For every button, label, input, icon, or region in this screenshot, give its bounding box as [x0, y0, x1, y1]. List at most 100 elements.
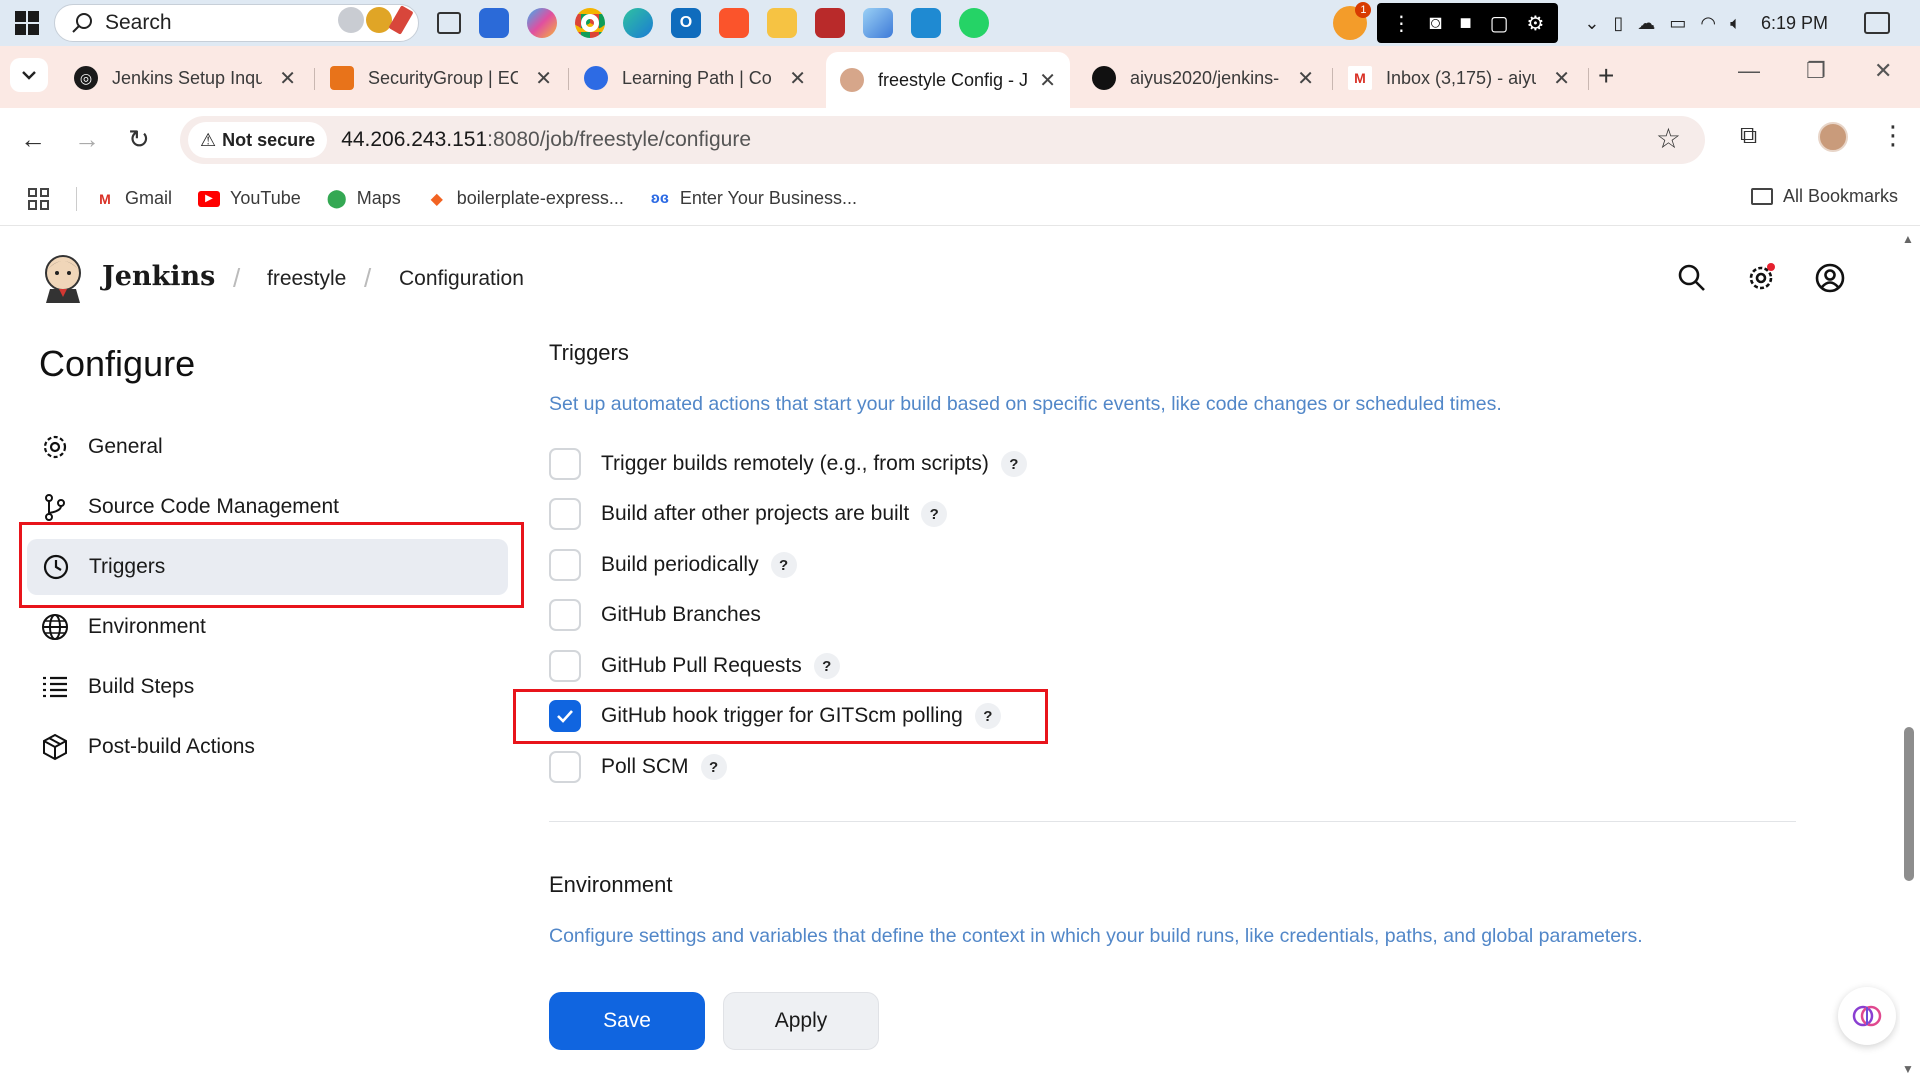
url-text[interactable]: 44.206.243.151:8080/job/freestyle/config…: [341, 128, 751, 152]
browser-tab[interactable]: ◎ Jenkins Setup Inqu ✕: [60, 56, 310, 100]
capture-menu-icon[interactable]: ⋮: [1391, 11, 1411, 36]
trigger-option[interactable]: Trigger builds remotely (e.g., from scri…: [549, 447, 1027, 481]
sidebar-item-general[interactable]: General: [26, 419, 508, 475]
notification-center-icon[interactable]: [1864, 12, 1890, 34]
settings-icon[interactable]: ⚙: [1526, 11, 1544, 36]
browser-tab[interactable]: M Inbox (3,175) - aiyu ✕: [1334, 56, 1584, 100]
manage-settings-icon[interactable]: [1746, 263, 1776, 293]
scroll-up-arrow-icon[interactable]: ▲: [1902, 232, 1914, 246]
video-icon[interactable]: ■: [1459, 12, 1471, 35]
close-tab-icon[interactable]: ✕: [1297, 66, 1314, 91]
checkbox[interactable]: [549, 650, 581, 682]
sidebar-item-build-steps[interactable]: Build Steps: [26, 659, 508, 715]
chevron-up-icon[interactable]: ⌄: [1584, 13, 1599, 34]
trigger-option[interactable]: GitHub Branches: [549, 598, 761, 632]
help-icon[interactable]: ?: [700, 754, 727, 780]
help-icon[interactable]: ?: [813, 653, 840, 679]
chrome-icon[interactable]: [575, 8, 605, 38]
bookmark-boilerplate[interactable]: ◆ boilerplate-express...: [427, 188, 624, 209]
apps-grid-icon[interactable]: [28, 187, 50, 210]
browser-menu-icon[interactable]: ⋮: [1880, 120, 1906, 151]
page-scrollbar[interactable]: [1900, 227, 1920, 1080]
file-explorer-icon[interactable]: [767, 8, 797, 38]
help-icon[interactable]: ?: [1000, 451, 1027, 477]
help-icon[interactable]: ?: [770, 552, 797, 578]
checkbox[interactable]: [549, 751, 581, 783]
all-bookmarks-button[interactable]: All Bookmarks: [1750, 186, 1898, 207]
breadcrumb-job[interactable]: freestyle: [267, 267, 346, 291]
extensions-puzzle-icon[interactable]: ⧉: [1740, 122, 1757, 150]
browser-tab-active[interactable]: freestyle Config - J ✕: [826, 52, 1070, 108]
bookmark-star-icon[interactable]: ☆: [1656, 122, 1681, 155]
browser-tab[interactable]: Learning Path | Col ✕: [570, 56, 820, 100]
checkbox[interactable]: [549, 599, 581, 631]
onedrive-icon[interactable]: ☁: [1637, 13, 1655, 34]
reload-icon[interactable]: ↻: [128, 124, 150, 155]
trigger-option[interactable]: GitHub Pull Requests ?: [549, 649, 840, 683]
outlook-icon[interactable]: O: [671, 8, 701, 38]
bookmark-youtube[interactable]: ▶ YouTube: [198, 188, 301, 209]
camera-icon[interactable]: ◙: [1429, 12, 1441, 35]
trigger-option-label[interactable]: GitHub Branches: [601, 603, 761, 627]
taskbar-clock[interactable]: 6:19 PM: [1761, 13, 1828, 34]
trigger-option-label[interactable]: Trigger builds remotely (e.g., from scri…: [601, 452, 989, 476]
whatsapp-icon[interactable]: [959, 8, 989, 38]
windows-start-button[interactable]: [0, 0, 54, 46]
search-icon[interactable]: [1677, 263, 1707, 293]
power-automate-icon[interactable]: [863, 8, 893, 38]
vscode-icon[interactable]: [911, 8, 941, 38]
tablet-icon[interactable]: ▯: [1614, 13, 1624, 34]
taskbar-search-box[interactable]: Search: [54, 4, 419, 42]
brave-icon[interactable]: [719, 8, 749, 38]
help-icon[interactable]: ?: [921, 501, 948, 527]
trigger-option[interactable]: Build after other projects are built ?: [549, 497, 948, 531]
snipping-tool-icon[interactable]: [815, 8, 845, 38]
sidebar-item-post-build-actions[interactable]: Post-build Actions: [26, 719, 508, 775]
back-arrow-icon[interactable]: ←: [20, 124, 46, 155]
minimize-icon[interactable]: —: [1738, 58, 1760, 84]
browser-tab[interactable]: SecurityGroup | EC ✕: [316, 56, 566, 100]
scroll-down-arrow-icon[interactable]: ▼: [1902, 1062, 1914, 1076]
task-view-icon[interactable]: [437, 12, 461, 34]
jenkins-brand[interactable]: Jenkins: [102, 261, 215, 292]
browser-tab[interactable]: aiyus2020/jenkins- ✕: [1078, 56, 1328, 100]
volume-icon[interactable]: 🔈︎: [1730, 13, 1741, 34]
wifi-icon[interactable]: ◠: [1700, 13, 1716, 34]
breadcrumb-configuration[interactable]: Configuration: [399, 267, 524, 291]
bookmark-gmail[interactable]: M Gmail: [95, 188, 172, 209]
close-tab-icon[interactable]: ✕: [1039, 68, 1056, 93]
save-button[interactable]: Save: [549, 992, 705, 1050]
weather-notification-icon[interactable]: 1: [1333, 2, 1372, 40]
checkbox[interactable]: [549, 498, 581, 530]
bookmark-business[interactable]: ʚɞ Enter Your Business...: [650, 188, 857, 209]
user-account-icon[interactable]: [1815, 263, 1845, 293]
copilot-icon[interactable]: [527, 8, 557, 38]
profile-avatar[interactable]: [1818, 122, 1848, 152]
checkbox[interactable]: [549, 549, 581, 581]
new-tab-button[interactable]: +: [1598, 60, 1614, 92]
trigger-option[interactable]: Poll SCM ?: [549, 750, 727, 784]
checkbox[interactable]: [549, 448, 581, 480]
address-bar[interactable]: ⚠ Not secure 44.206.243.151:8080/job/fre…: [180, 116, 1705, 164]
trigger-option[interactable]: Build periodically ?: [549, 548, 797, 582]
close-tab-icon[interactable]: ✕: [535, 66, 552, 91]
close-tab-icon[interactable]: ✕: [1553, 66, 1570, 91]
bookmark-maps[interactable]: ⬤ Maps: [327, 188, 401, 209]
close-tab-icon[interactable]: ✕: [789, 66, 806, 91]
battery-icon[interactable]: ▭: [1669, 13, 1686, 34]
restore-icon[interactable]: ❐: [1806, 58, 1826, 84]
close-tab-icon[interactable]: ✕: [279, 66, 296, 91]
ai-assistant-button[interactable]: [1838, 987, 1896, 1045]
trigger-option-label[interactable]: Poll SCM: [601, 755, 689, 779]
trigger-option-label[interactable]: Build periodically: [601, 553, 759, 577]
close-window-icon[interactable]: ✕: [1874, 58, 1892, 84]
microsoft-store-icon[interactable]: [479, 8, 509, 38]
scrollbar-thumb[interactable]: [1904, 727, 1914, 881]
edge-icon[interactable]: [623, 8, 653, 38]
tab-search-button[interactable]: [10, 58, 48, 92]
jenkins-logo-icon[interactable]: [40, 251, 86, 303]
forward-arrow-icon[interactable]: →: [74, 124, 100, 155]
apply-button[interactable]: Apply: [723, 992, 879, 1050]
trigger-option-label[interactable]: GitHub Pull Requests: [601, 654, 802, 678]
window-capture-icon[interactable]: ▢: [1490, 11, 1509, 36]
